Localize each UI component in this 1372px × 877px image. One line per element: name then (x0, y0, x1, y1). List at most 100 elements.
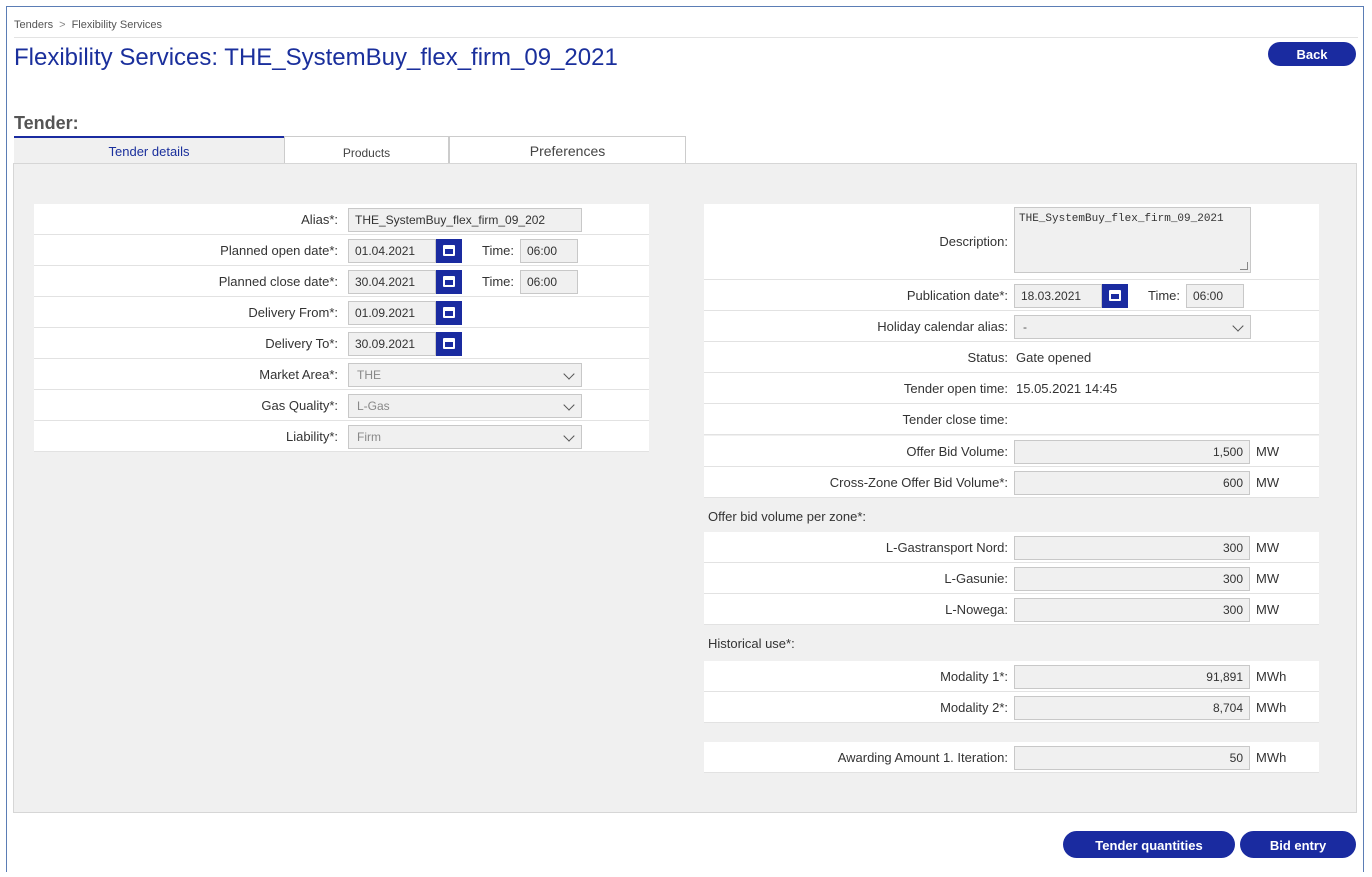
offer-bid-volume-unit: MW (1256, 444, 1280, 459)
bid-entry-button[interactable]: Bid entry (1240, 831, 1356, 858)
resize-grip-icon[interactable] (1240, 262, 1248, 270)
calendar-icon (443, 338, 455, 349)
calendar-icon (443, 245, 455, 256)
zone-unit: MW (1256, 602, 1280, 617)
market-area-label: Market Area*: (259, 367, 338, 382)
description-label: Description: (939, 234, 1008, 249)
publication-calendar-button[interactable] (1102, 284, 1128, 308)
modality-2-unit: MWh (1256, 700, 1287, 715)
planned-open-time-label: Time: (482, 243, 515, 258)
zone-volume-input[interactable]: 300 (1014, 536, 1250, 560)
awarding-amount-label: Awarding Amount 1. Iteration: (837, 750, 1008, 765)
planned-close-time-label: Time: (482, 274, 515, 289)
chevron-down-icon (1232, 320, 1244, 332)
breadcrumb: Tenders > Flexibility Services (14, 19, 162, 31)
planned-open-label: Planned open date*: (220, 243, 338, 258)
modality-1-label: Modality 1*: (940, 669, 1008, 684)
publication-time-input[interactable]: 06:00 (1186, 284, 1244, 308)
delivery-to-calendar-button[interactable] (436, 332, 462, 356)
planned-open-time-input[interactable]: 06:00 (520, 239, 578, 263)
calendar-icon (1109, 290, 1121, 301)
market-area-row: Market Area*: THE (34, 359, 649, 390)
planned-open-row: Planned open date*: 01.04.2021 Time: 06:… (34, 235, 649, 266)
description-textarea[interactable]: THE_SystemBuy_flex_firm_09_2021 (1014, 207, 1251, 273)
chevron-down-icon (563, 430, 575, 442)
publication-date-input[interactable]: 18.03.2021 (1014, 284, 1102, 308)
tender-close-time-label: Tender close time: (902, 412, 1009, 427)
alias-input[interactable]: THE_SystemBuy_flex_firm_09_202 (348, 208, 582, 232)
modality-1-input[interactable]: 91,891 (1014, 665, 1250, 689)
planned-close-row: Planned close date*: 30.04.2021 Time: 06… (34, 266, 649, 297)
historical-use-heading: Historical use*: (708, 636, 795, 651)
market-area-select[interactable]: THE (348, 363, 582, 387)
calendar-icon (443, 307, 455, 318)
cross-zone-volume-label: Cross-Zone Offer Bid Volume*: (829, 475, 1008, 490)
description-row: Description: THE_SystemBuy_flex_firm_09_… (704, 204, 1319, 280)
liability-label: Liability*: (285, 429, 338, 444)
holiday-calendar-row: Holiday calendar alias: - (704, 311, 1319, 342)
holiday-calendar-select[interactable]: - (1014, 315, 1251, 339)
modality-2-label: Modality 2*: (940, 700, 1008, 715)
delivery-from-label: Delivery From*: (248, 305, 338, 320)
zone-unit: MW (1256, 571, 1280, 586)
liability-row: Liability*: Firm (34, 421, 649, 452)
status-value: Gate opened (1016, 350, 1092, 365)
offer-bid-volume-label: Offer Bid Volume: (906, 444, 1008, 459)
tab-products[interactable]: Products (284, 136, 449, 163)
gas-quality-value: L-Gas (357, 399, 390, 413)
liability-value: Firm (357, 430, 381, 444)
zone-volume-input[interactable]: 300 (1014, 598, 1250, 622)
alias-row: Alias*: THE_SystemBuy_flex_firm_09_202 (34, 204, 649, 235)
tender-open-time-row: Tender open time: 15.05.2021 14:45 (704, 373, 1319, 404)
planned-open-calendar-button[interactable] (436, 239, 462, 263)
gas-quality-select[interactable]: L-Gas (348, 394, 582, 418)
chevron-down-icon (563, 368, 575, 380)
description-value: THE_SystemBuy_flex_firm_09_2021 (1019, 213, 1224, 225)
planned-close-label: Planned close date*: (218, 274, 338, 289)
modality-1-unit: MWh (1256, 669, 1287, 684)
calendar-icon (443, 276, 455, 287)
alias-label: Alias*: (301, 212, 338, 227)
zone-unit: MW (1256, 540, 1280, 555)
breadcrumb-tenders[interactable]: Tenders (14, 19, 53, 31)
tender-quantities-button[interactable]: Tender quantities (1063, 831, 1235, 858)
delivery-from-calendar-button[interactable] (436, 301, 462, 325)
delivery-from-date-input[interactable]: 01.09.2021 (348, 301, 436, 325)
status-row: Status: Gate opened (704, 342, 1319, 373)
gas-quality-label: Gas Quality*: (261, 398, 338, 413)
back-button[interactable]: Back (1268, 42, 1356, 66)
breadcrumb-separator: > (59, 19, 66, 31)
breadcrumb-flexibility-services[interactable]: Flexibility Services (72, 19, 162, 31)
modality-2-row: Modality 2*: 8,704 MWh (704, 692, 1319, 723)
planned-open-date-input[interactable]: 01.04.2021 (348, 239, 436, 263)
tender-details-panel: Alias*: THE_SystemBuy_flex_firm_09_202 P… (13, 163, 1357, 813)
zone-label: L-Nowega: (945, 602, 1008, 617)
tender-open-time-label: Tender open time: (903, 381, 1008, 396)
status-label: Status: (967, 350, 1008, 365)
modality-2-input[interactable]: 8,704 (1014, 696, 1250, 720)
market-area-value: THE (357, 368, 381, 382)
delivery-to-row: Delivery To*: 30.09.2021 (34, 328, 649, 359)
zone-row-gastransport-nord: L-Gastransport Nord: 300 MW (704, 532, 1319, 563)
offer-bid-volume-input[interactable]: 1,500 (1014, 440, 1250, 464)
liability-select[interactable]: Firm (348, 425, 582, 449)
modality-1-row: Modality 1*: 91,891 MWh (704, 661, 1319, 692)
tab-tender-details[interactable]: Tender details (14, 136, 284, 163)
cross-zone-volume-input[interactable]: 600 (1014, 471, 1250, 495)
zone-label: L-Gastransport Nord: (885, 540, 1008, 555)
section-title: Tender: (14, 113, 79, 133)
delivery-to-date-input[interactable]: 30.09.2021 (348, 332, 436, 356)
planned-close-time-input[interactable]: 06:00 (520, 270, 578, 294)
awarding-amount-input[interactable]: 50 (1014, 746, 1250, 770)
cross-zone-volume-unit: MW (1256, 475, 1280, 490)
tender-close-time-row: Tender close time: (704, 404, 1319, 435)
planned-close-date-input[interactable]: 30.04.2021 (348, 270, 436, 294)
chevron-down-icon (563, 399, 575, 411)
tab-preferences[interactable]: Preferences (449, 136, 686, 163)
planned-close-calendar-button[interactable] (436, 270, 462, 294)
zone-row-gasunie: L-Gasunie: 300 MW (704, 563, 1319, 594)
publication-date-row: Publication date*: 18.03.2021 Time: 06:0… (704, 280, 1319, 311)
zone-volume-input[interactable]: 300 (1014, 567, 1250, 591)
page-title: Flexibility Services: THE_SystemBuy_flex… (14, 44, 618, 71)
zone-row-nowega: L-Nowega: 300 MW (704, 594, 1319, 625)
